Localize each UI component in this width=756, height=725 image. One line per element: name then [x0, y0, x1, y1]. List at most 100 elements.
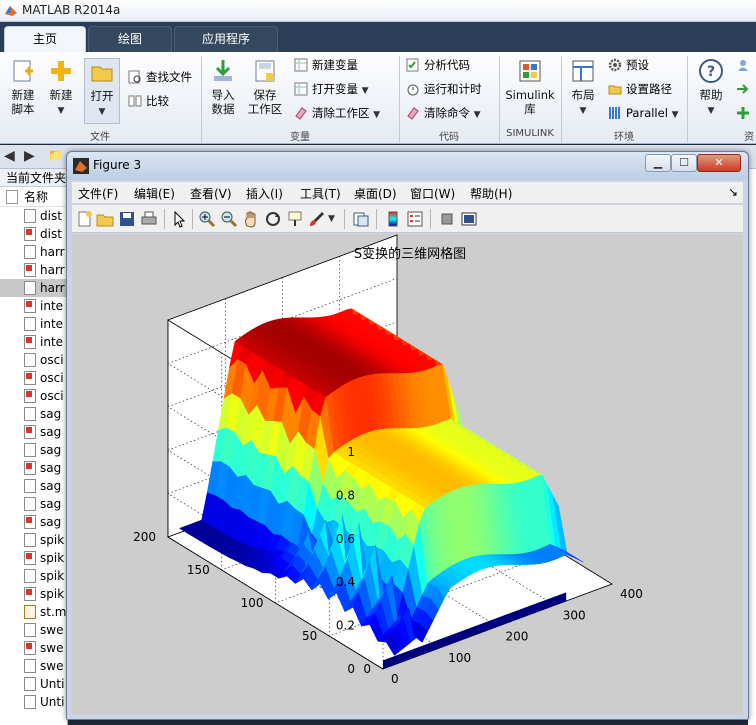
new-button[interactable]: 新建 ▼ [44, 58, 78, 118]
layout-button[interactable]: 布局 ▼ [566, 58, 600, 118]
file-list-item[interactable]: sag [0, 495, 67, 513]
open-variable-button[interactable]: 打开变量 ▼ [294, 80, 369, 98]
pan-hand-icon[interactable] [242, 210, 260, 228]
file-list-item[interactable]: sag [0, 459, 67, 477]
new-script-button[interactable]: 新建 脚本 [6, 58, 40, 116]
new-figure-icon[interactable] [76, 210, 94, 228]
save-icon[interactable] [118, 210, 136, 228]
forward-arrow-icon[interactable]: ▶ [24, 148, 35, 164]
figure-menu-item[interactable]: 桌面(D) [354, 185, 397, 202]
save-workspace-label: 保存 工作区 [247, 88, 283, 116]
figure-menu-bar: 文件(F) 编辑(E) 查看(V) 插入(I) 工具(T) 桌面(D) 窗口(W) 帮助(H)… [72, 182, 743, 204]
simulink-library-button[interactable]: Simulink 库 [504, 58, 556, 116]
file-list-item[interactable]: spik [0, 549, 67, 567]
name-column-header[interactable]: 名称 [0, 187, 67, 207]
find-files-button[interactable]: 查找文件 [128, 68, 192, 86]
file-list-item[interactable]: spik [0, 567, 67, 585]
new-variable-button[interactable]: 新建变量 [294, 56, 358, 74]
close-button[interactable]: ✕ [697, 154, 741, 172]
tab-apps[interactable]: 应用程序 [174, 26, 278, 52]
analyze-code-button[interactable]: 分析代码 [406, 56, 470, 74]
file-list-item[interactable]: st.m [0, 603, 67, 621]
figure-menu-item[interactable]: 帮助(H) [470, 185, 512, 202]
file-list-item[interactable]: harr [0, 261, 67, 279]
figure-menu-item[interactable]: 查看(V) [190, 185, 232, 202]
pointer-icon[interactable] [170, 210, 188, 228]
zoom-in-icon[interactable] [198, 210, 216, 228]
figure-menu-item[interactable]: 编辑(E) [134, 185, 175, 202]
open-file-icon[interactable] [96, 210, 114, 228]
rotate-3d-icon[interactable] [264, 210, 282, 228]
file-list-item[interactable]: swe [0, 657, 67, 675]
help-label: 帮助 [699, 88, 723, 102]
data-cursor-icon[interactable] [286, 210, 304, 228]
file-list-item[interactable]: spik [0, 585, 67, 603]
file-list-item[interactable]: swe [0, 621, 67, 639]
file-list-item[interactable]: sag [0, 405, 67, 423]
file-list-item[interactable]: sag [0, 441, 67, 459]
figure-menu-item[interactable]: 窗口(W) [410, 185, 455, 202]
name-column-label: 名称 [24, 190, 49, 204]
open-button[interactable]: 打开 ▼ [84, 58, 120, 124]
file-list-item[interactable]: Unti [0, 693, 67, 711]
file-list-item[interactable]: osci [0, 369, 67, 387]
brush-caret-icon[interactable]: ▼ [328, 214, 338, 232]
tab-plots[interactable]: 绘图 [88, 26, 172, 52]
column-checkbox[interactable] [6, 190, 18, 204]
run-and-time-button[interactable]: 运行和计时 [406, 80, 482, 98]
maximize-button[interactable]: ☐ [671, 154, 697, 172]
tab-home[interactable]: 主页 [4, 26, 86, 52]
file-list-item[interactable]: dist [0, 225, 67, 243]
add-ons-button[interactable] [736, 104, 754, 122]
print-icon[interactable] [140, 210, 158, 228]
compare-label: 比较 [146, 94, 169, 108]
figure-canvas[interactable]: 0 0.2 0.4 0.6 0.8 1 0 100 200 300 400 0 50 100 150 200 … [72, 234, 743, 715]
back-arrow-icon[interactable]: ◀ [4, 148, 15, 164]
preferences-button[interactable]: 预设 [608, 56, 649, 74]
figure-menu-item[interactable]: 文件(F) [78, 185, 118, 202]
file-list-item[interactable]: dist [0, 207, 67, 225]
file-list-item[interactable]: inte [0, 297, 67, 315]
file-list-item[interactable]: inte [0, 333, 67, 351]
community-button[interactable] [736, 56, 754, 74]
minimize-button[interactable]: ▁ [645, 154, 671, 172]
import-data-button[interactable]: 导入 数据 [206, 58, 240, 116]
file-list-item[interactable]: inte [0, 315, 67, 333]
zoom-out-icon[interactable] [220, 210, 238, 228]
file-list-item[interactable]: sag [0, 423, 67, 441]
set-path-button[interactable]: 设置路径 [608, 80, 672, 98]
dock-arrow-icon[interactable]: ↘ [728, 185, 738, 199]
colorbar-icon[interactable] [384, 210, 402, 228]
file-list-item[interactable]: harr [0, 243, 67, 261]
file-list-item[interactable]: sag [0, 513, 67, 531]
file-list-item[interactable]: osci [0, 351, 67, 369]
group-code-label: 代码 [439, 132, 459, 143]
hide-plot-tools-icon[interactable] [438, 210, 456, 228]
figure-menu-item[interactable]: 插入(I) [246, 185, 283, 202]
file-name: sag [40, 497, 62, 511]
show-plot-tools-icon[interactable] [460, 210, 478, 228]
brush-icon[interactable] [308, 210, 326, 228]
clear-commands-button[interactable]: 清除命令 ▼ [406, 104, 481, 122]
surface-plot[interactable]: 00.20.40.60.810100200300400050100150200 … [72, 234, 743, 715]
compare-button[interactable]: 比较 [128, 92, 169, 110]
parallel-button[interactable]: Parallel ▼ [608, 104, 678, 122]
file-name: spik [40, 569, 65, 583]
legend-icon[interactable] [406, 210, 424, 228]
figure-menu-item[interactable]: 工具(T) [300, 185, 341, 202]
ribbon-tab-bar: 主页 绘图 应用程序 [0, 22, 756, 52]
save-workspace-button[interactable]: 保存 工作区 [244, 58, 286, 116]
file-list-item[interactable]: osci [0, 387, 67, 405]
file-list-item[interactable]: Unti [0, 675, 67, 693]
link-plot-icon[interactable] [352, 210, 370, 228]
clear-workspace-button[interactable]: 清除工作区 ▼ [294, 104, 380, 122]
figure-title-bar[interactable]: Figure 3 ▁ ☐ ✕ [67, 152, 748, 180]
file-list-item[interactable]: swe [0, 639, 67, 657]
file-list-item[interactable]: harr [0, 279, 67, 297]
file-list: dist dist harr harr harr inte inte inte osci osci… [0, 207, 67, 711]
folder-up-icon[interactable]: 📁 [48, 148, 63, 162]
file-list-item[interactable]: spik [0, 531, 67, 549]
file-list-item[interactable]: sag [0, 477, 67, 495]
request-support-button[interactable] [736, 80, 754, 98]
help-button[interactable]: ? 帮助 ▼ [694, 58, 728, 118]
